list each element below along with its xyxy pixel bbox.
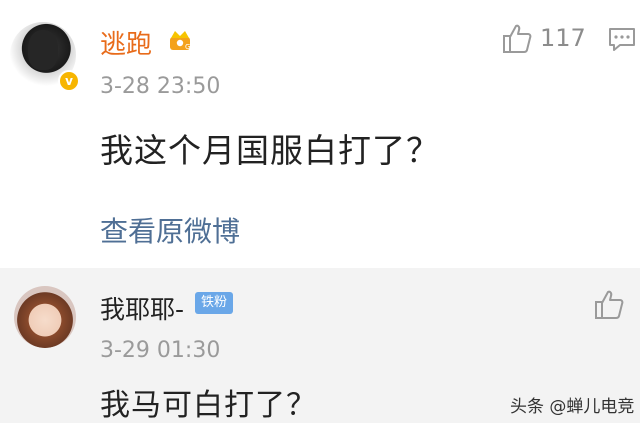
username[interactable]: 我耶耶- <box>100 290 184 326</box>
view-original-link[interactable]: 查看原微博 <box>100 210 240 250</box>
timestamp: 3-28 23:50 <box>100 74 221 99</box>
avatar[interactable] <box>14 286 76 348</box>
avatar-face <box>28 30 58 70</box>
avatar[interactable]: v <box>10 22 80 92</box>
like-count: 117 <box>540 24 586 52</box>
watermark: 头条 @蝉儿电竞 <box>510 397 635 417</box>
comment-text: 我这个月国服白打了？ <box>100 131 440 170</box>
fan-badge: 铁粉 <box>195 292 234 314</box>
verified-badge-icon: v <box>58 70 80 92</box>
comment-text: 我马可白打了？ <box>100 388 317 423</box>
crown-icon: G <box>170 31 190 51</box>
comment-item: v 逃跑 G 117 3-28 23:50 我这个月国服白打了？ 查看原微博 <box>0 0 640 268</box>
reply-icon[interactable] <box>608 26 636 52</box>
thumbs-up-icon[interactable] <box>592 288 626 322</box>
svg-text:G: G <box>185 43 190 51</box>
thumbs-up-icon[interactable] <box>500 22 534 56</box>
username[interactable]: 逃跑 <box>100 24 152 61</box>
timestamp: 3-29 01:30 <box>100 338 221 363</box>
